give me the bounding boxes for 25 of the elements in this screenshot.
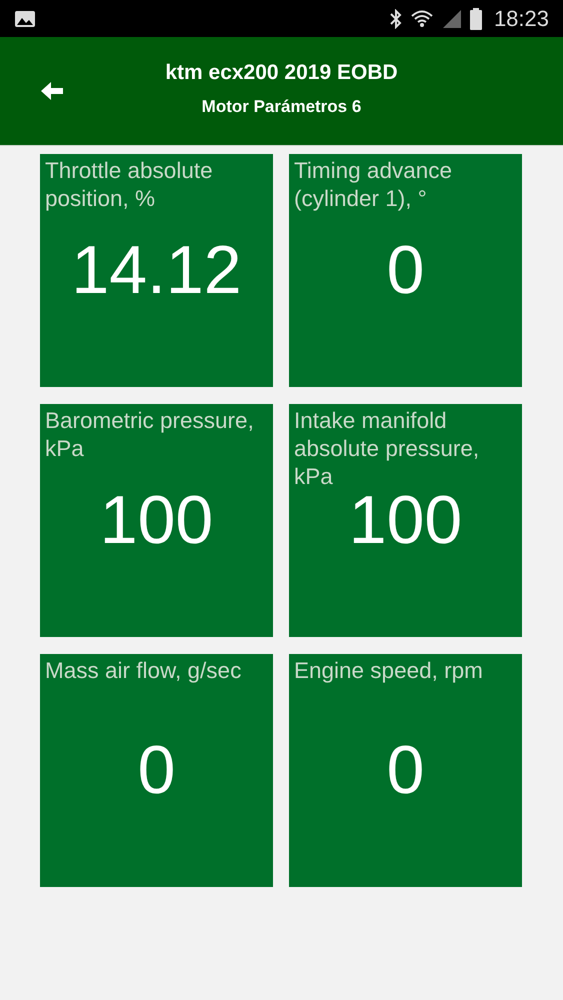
gauge-value: 0	[386, 230, 424, 308]
wifi-icon	[410, 8, 434, 28]
gauge-tile[interactable]: Mass air flow, g/sec 0	[40, 654, 273, 887]
gauge-label: Engine speed, rpm	[294, 657, 484, 685]
gauge-value: 14.12	[71, 230, 242, 308]
back-arrow-icon[interactable]	[41, 82, 63, 100]
gauge-value: 0	[138, 730, 176, 808]
gauge-tile[interactable]: Throttle absolute position, % 14.12	[40, 154, 273, 387]
gauge-label: Throttle absolute position, %	[45, 157, 214, 213]
gauge-tile[interactable]: Barometric pressure, kPa 100	[40, 404, 273, 637]
gauge-tile[interactable]: Intake manifold absolute pressure, kPa 100	[289, 404, 522, 637]
gauge-label: Barometric pressure, kPa	[45, 407, 255, 463]
app-title: ktm ecx200 2019 EOBD	[164, 61, 399, 85]
battery-icon	[470, 8, 482, 30]
app-subtitle: Motor Parámetros 6	[200, 97, 362, 117]
gauge-label: Mass air flow, g/sec	[45, 657, 242, 685]
gauge-tile[interactable]: Timing advance (cylinder 1), ° 0	[289, 154, 522, 387]
image-icon	[14, 10, 36, 28]
gauge-value: 0	[386, 730, 424, 808]
gauge-tile[interactable]: Engine speed, rpm 0	[289, 654, 522, 887]
gauge-label: Timing advance (cylinder 1), °	[294, 157, 453, 213]
signal-icon	[442, 8, 462, 28]
gauge-value: 100	[100, 480, 214, 558]
clock: 18:23	[494, 6, 549, 32]
bluetooth-icon	[390, 8, 402, 28]
